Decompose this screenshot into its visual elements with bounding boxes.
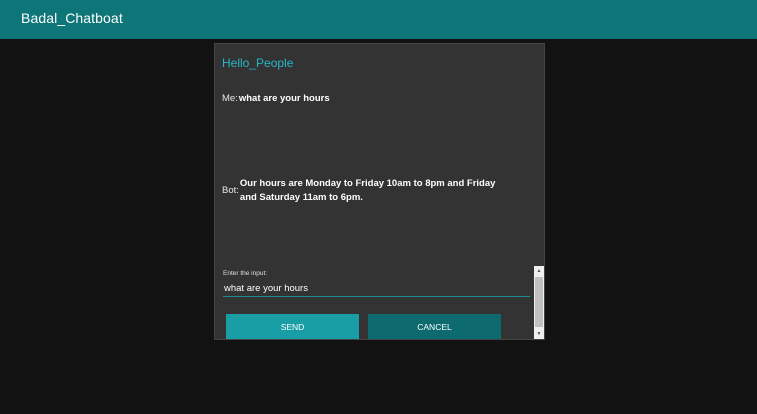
bot-message-text: Our hours are Monday to Friday 10am to 8… xyxy=(239,178,496,203)
chat-input-field[interactable] xyxy=(223,281,530,297)
bot-message: Bot: Our hours are Monday to Friday 10am… xyxy=(222,177,522,205)
scroll-down-icon[interactable]: ▼ xyxy=(534,329,544,339)
chat-heading: Hello_People xyxy=(222,56,294,70)
input-label: Enter the input: xyxy=(223,270,268,277)
app-title: Badal_Chatboat xyxy=(21,10,123,26)
chat-panel: Hello_People Me: what are your hours Bot… xyxy=(214,43,545,340)
scroll-up-icon[interactable]: ▲ xyxy=(534,266,544,276)
user-message-text: what are your hours xyxy=(238,93,330,104)
bot-speaker-label: Bot: xyxy=(222,185,239,196)
scroll-thumb[interactable] xyxy=(535,277,543,327)
send-button[interactable]: SEND xyxy=(226,314,359,339)
app-bar: Badal_Chatboat xyxy=(0,0,757,39)
user-speaker-label: Me: xyxy=(222,93,238,104)
user-message: Me: what are your hours xyxy=(222,92,330,106)
input-scrollbar[interactable]: ▲ ▼ xyxy=(534,266,544,339)
cancel-button[interactable]: CANCEL xyxy=(368,314,501,339)
